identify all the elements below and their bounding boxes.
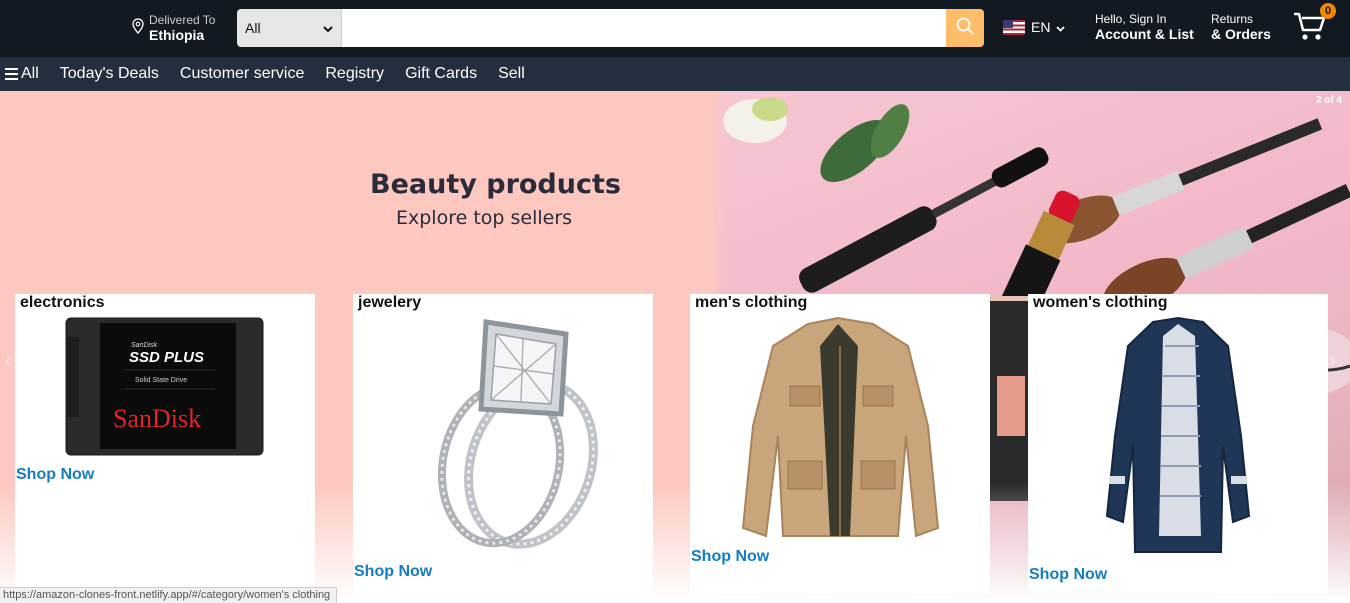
search-input[interactable] xyxy=(342,9,946,47)
category-title: women's clothing xyxy=(1033,294,1168,311)
nav-all-label: All xyxy=(21,65,39,82)
cart-button[interactable]: 0 xyxy=(1292,3,1336,47)
us-flag-icon xyxy=(1003,19,1025,35)
shop-now-link[interactable]: Shop Now xyxy=(691,548,769,566)
returns-label: Returns xyxy=(1211,12,1254,26)
nav-item-gift-cards[interactable]: Gift Cards xyxy=(405,65,477,83)
returns-orders-link[interactable]: Returns & Orders xyxy=(1211,12,1271,43)
nav-item-customer-service[interactable]: Customer service xyxy=(180,65,304,83)
category-title: men's clothing xyxy=(695,294,808,311)
orders-label: & Orders xyxy=(1211,26,1271,42)
search-icon xyxy=(955,16,975,41)
category-card-electronics[interactable]: electronics SanDisk SSD PLUS Solid State… xyxy=(15,294,315,594)
shop-now-link[interactable]: Shop Now xyxy=(1029,566,1107,584)
chevron-down-icon xyxy=(323,20,333,36)
language-selector[interactable]: EN xyxy=(1003,19,1066,35)
hamburger-icon xyxy=(5,65,18,83)
category-card-jewelery[interactable]: jewelery Shop Now xyxy=(353,294,653,594)
category-title: electronics xyxy=(20,294,105,311)
category-title: jewelery xyxy=(358,294,422,311)
delivery-location[interactable]: Delivered To Ethiopia xyxy=(132,13,215,43)
browser-status-url: https://amazon-clones-front.netlify.app/… xyxy=(0,587,338,603)
mens-jacket-product-image xyxy=(741,316,940,538)
ssd-model: SSD PLUS xyxy=(129,349,204,366)
search-bar: All xyxy=(237,9,984,47)
carousel-next-icon[interactable]: › xyxy=(1330,350,1340,370)
ssd-brand: SanDisk xyxy=(113,404,201,433)
account-greeting: Hello, Sign In xyxy=(1095,12,1167,26)
search-category-select[interactable]: All xyxy=(237,9,342,47)
top-header: Delivered To Ethiopia All EN Hello, Sign… xyxy=(0,0,1350,57)
shop-now-link[interactable]: Shop Now xyxy=(16,466,94,484)
category-card-mens-clothing[interactable]: men's clothing Shop Now xyxy=(690,294,990,594)
nav-bar: All Today's Deals Customer service Regis… xyxy=(0,57,1350,91)
ssd-brand-small: SanDisk xyxy=(131,342,158,349)
cart-icon xyxy=(1292,12,1328,47)
cart-count-badge: 0 xyxy=(1320,3,1336,19)
chevron-down-icon xyxy=(1056,19,1066,35)
nav-item-registry[interactable]: Registry xyxy=(325,65,384,83)
ssd-product-image: SanDisk SSD PLUS Solid State Drive SanDi… xyxy=(65,317,264,456)
hero-title: Beauty products xyxy=(370,169,621,200)
ssd-desc: Solid State Drive xyxy=(135,377,187,384)
nav-all-menu[interactable]: All xyxy=(5,65,39,83)
ring-product-image xyxy=(437,319,598,549)
language-code: EN xyxy=(1031,19,1051,35)
nav-item-todays-deals[interactable]: Today's Deals xyxy=(60,65,159,83)
shop-now-link[interactable]: Shop Now xyxy=(354,563,432,581)
account-menu[interactable]: Hello, Sign In Account & List xyxy=(1095,12,1194,43)
carousel-prev-icon[interactable]: ‹ xyxy=(5,350,15,370)
search-category-value: All xyxy=(245,20,261,36)
account-list-label: Account & List xyxy=(1095,26,1194,42)
category-card-womens-clothing[interactable]: women's clothing Shop Now xyxy=(1028,294,1328,594)
carousel-counter: 2 of 4 xyxy=(1316,95,1343,106)
deliver-country: Ethiopia xyxy=(149,27,205,43)
hero-subtitle: Explore top sellers xyxy=(396,207,573,229)
womens-coat-product-image xyxy=(1105,316,1251,553)
deliver-label: Delivered To xyxy=(149,13,216,27)
location-pin-icon xyxy=(132,18,144,39)
search-button[interactable] xyxy=(946,9,984,47)
nav-item-sell[interactable]: Sell xyxy=(498,65,525,83)
